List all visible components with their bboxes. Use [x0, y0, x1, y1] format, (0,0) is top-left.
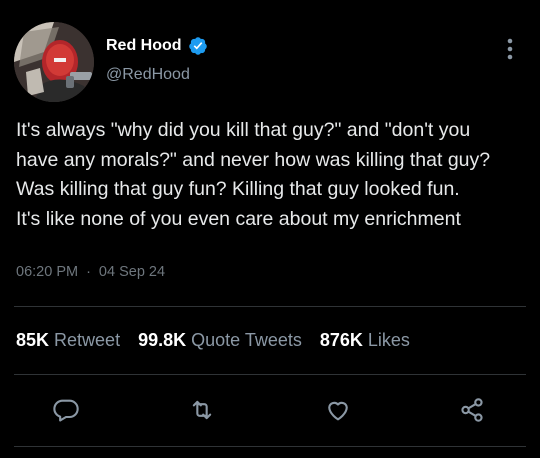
tweet-date: 04 Sep 24 — [98, 264, 166, 280]
retweets-label: Retweet — [54, 330, 121, 350]
user-handle[interactable]: @RedHood — [106, 66, 190, 84]
tweet-time: 06:20 PM — [16, 264, 79, 280]
avatar[interactable] — [14, 22, 94, 102]
engagement-stats: 85K Retweet 99.8K Quote Tweets 876K Like… — [16, 330, 428, 351]
meta-separator: · — [86, 264, 91, 280]
likes-stat[interactable]: 876K Likes — [320, 330, 410, 351]
quotes-label: Quote Tweets — [191, 330, 302, 350]
retweets-stat[interactable]: 85K Retweet — [16, 330, 120, 351]
more-options-icon[interactable] — [500, 36, 520, 64]
retweet-button[interactable] — [186, 394, 218, 426]
tweet-header: Red Hood @RedHood — [0, 0, 540, 110]
name-row: Red Hood — [106, 36, 208, 56]
verified-badge-icon — [188, 36, 208, 56]
tweet-text: It's always "why did you kill that guy?"… — [16, 119, 491, 230]
avatar-image — [14, 22, 94, 102]
divider — [14, 374, 526, 375]
divider — [14, 306, 526, 307]
share-icon — [461, 398, 483, 422]
quotes-stat[interactable]: 99.8K Quote Tweets — [138, 330, 302, 351]
share-button[interactable] — [456, 394, 488, 426]
heart-icon — [328, 401, 348, 421]
likes-label: Likes — [367, 330, 410, 350]
retweets-count: 85K — [16, 330, 50, 350]
retweet-icon — [192, 400, 212, 420]
likes-count: 876K — [319, 330, 363, 350]
reply-button[interactable] — [50, 394, 82, 426]
quotes-count: 99.8K — [138, 330, 187, 350]
tweet-timestamp[interactable]: 06:20 PM · 04 Sep 24 — [16, 264, 165, 280]
display-name[interactable]: Red Hood — [106, 37, 182, 55]
divider — [14, 446, 526, 447]
like-button[interactable] — [322, 394, 354, 426]
reply-icon — [53, 399, 79, 422]
